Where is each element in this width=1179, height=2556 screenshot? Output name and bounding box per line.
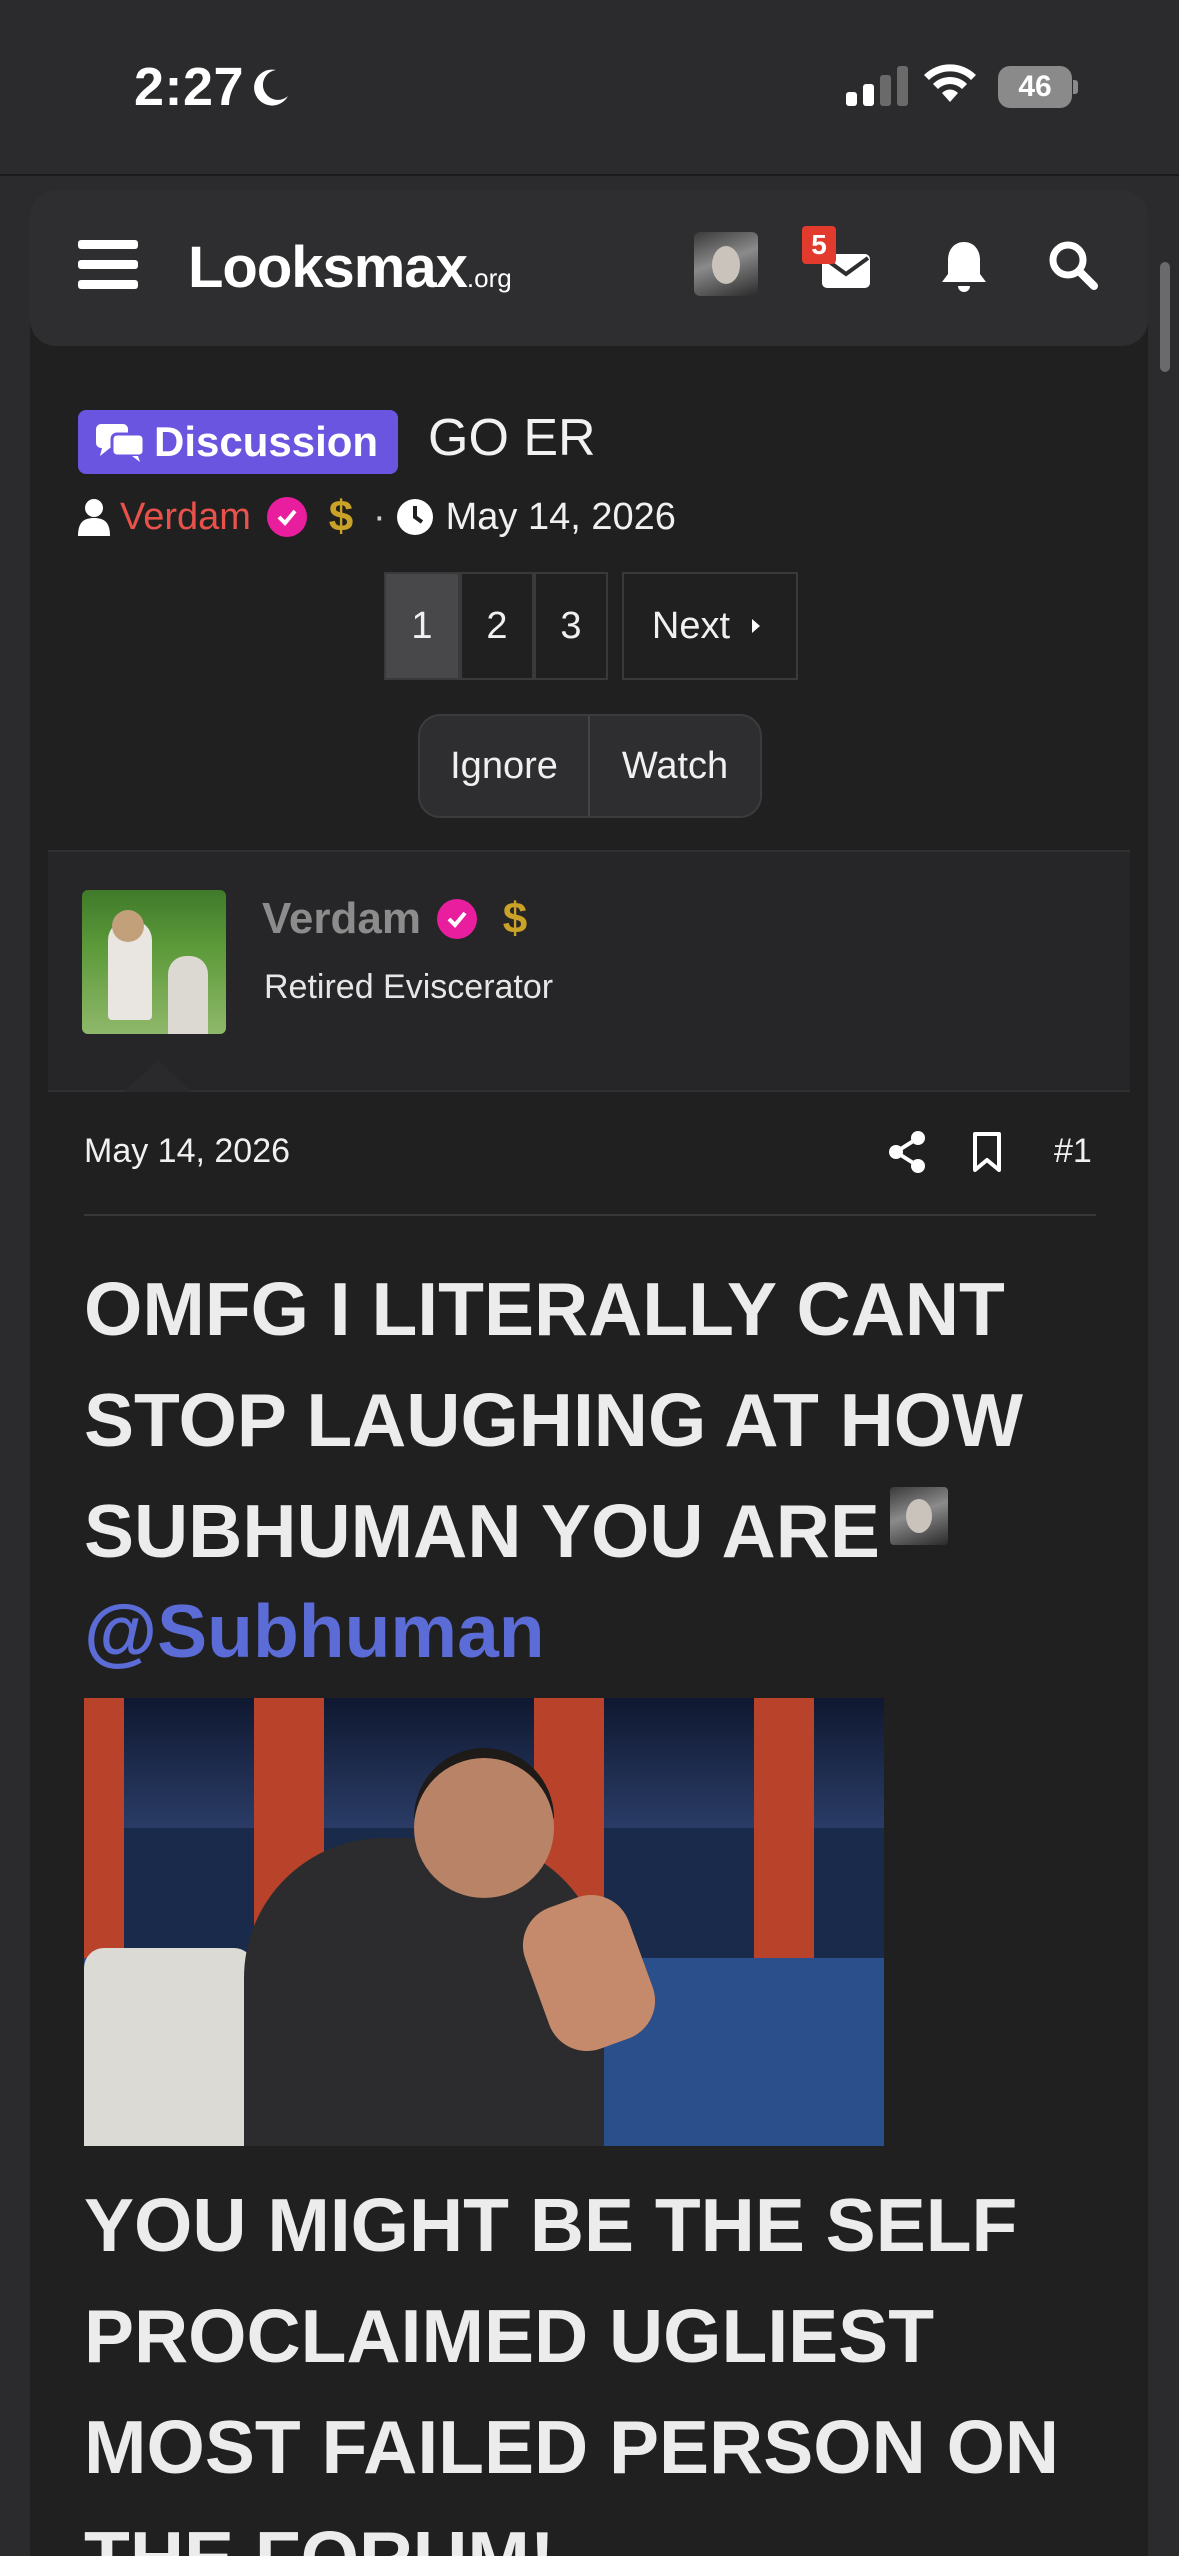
bookmark-icon[interactable] [970,1130,1004,1174]
moon-icon [254,69,288,106]
clock-icon [396,499,433,535]
verified-badge-icon [266,497,307,537]
dollar-badge-icon: $ [502,894,528,943]
page-3-button[interactable]: 3 [534,572,608,680]
page-1-button[interactable]: 1 [384,572,460,680]
cellular-signal-icon [846,64,908,106]
author-user-title: Retired Eviscerator [264,968,554,1006]
search-icon[interactable] [1046,238,1100,292]
chat-icon [96,424,146,462]
post-gif-image[interactable] [84,1698,884,2146]
pagination: 1 2 3 Next [384,572,798,680]
author-avatar[interactable] [82,890,226,1034]
chevron-right-icon [752,619,761,633]
battery-icon: 46 [998,66,1078,108]
thread-date: May 14, 2026 [445,495,676,538]
thread-actions: Ignore Watch [418,714,762,818]
share-icon[interactable] [888,1130,928,1174]
page-2-button[interactable]: 2 [460,572,534,680]
next-label: Next [651,604,731,647]
card-pointer [124,1060,192,1092]
status-bar: 2:27 46 [0,0,1179,176]
post-number-link[interactable]: #1 [1054,1132,1092,1171]
user-mention-link[interactable]: @Subhuman [84,1588,545,1674]
post-text-paragraph: OMFG I LITERALLY CANT STOP LAUGHING AT H… [84,1254,1114,1587]
verified-badge-icon [436,899,477,939]
post-text-2: YOU MIGHT BE THE SELF PROCLAIMED UGLIEST… [84,2183,1060,2556]
dollar-badge-icon: $ [328,492,354,541]
user-icon [78,499,110,536]
logo-suffix-text: .org [466,263,512,293]
battery-level: 46 [1018,70,1052,103]
meta-separator: · [372,495,386,538]
thread-title: GO ER [428,409,596,467]
menu-icon[interactable] [78,240,138,292]
discussion-prefix-label[interactable]: Discussion [78,410,399,474]
site-header: Looksmax.org 5 [30,190,1148,346]
post-author-card: Verdam $ Retired Eviscerator [48,850,1130,1092]
prefix-label-text: Discussion [154,418,379,465]
watch-button[interactable]: Watch [590,716,760,816]
site-logo[interactable]: Looksmax.org [188,234,512,301]
bell-icon[interactable] [938,238,990,294]
thread-author-link[interactable]: Verdam [120,496,251,539]
status-time: 2:27 [134,57,245,117]
ignore-button[interactable]: Ignore [420,716,590,816]
logo-main-text: Looksmax [188,235,468,300]
post-date[interactable]: May 14, 2026 [84,1132,290,1171]
next-page-button[interactable]: Next [622,572,798,680]
author-name-row: Verdam $ [262,894,537,944]
scrollbar[interactable] [1160,262,1170,372]
author-name-link[interactable]: Verdam [262,894,421,944]
post-text-1: OMFG I LITERALLY CANT STOP LAUGHING AT H… [84,1267,1023,1573]
post-divider [84,1214,1096,1216]
user-avatar[interactable] [694,232,758,296]
smiley-image [889,1487,948,1545]
thread-meta: Verdam $ · May 14, 2026 [78,488,676,546]
wifi-icon [924,64,976,102]
inbox-count-badge: 5 [802,226,836,264]
